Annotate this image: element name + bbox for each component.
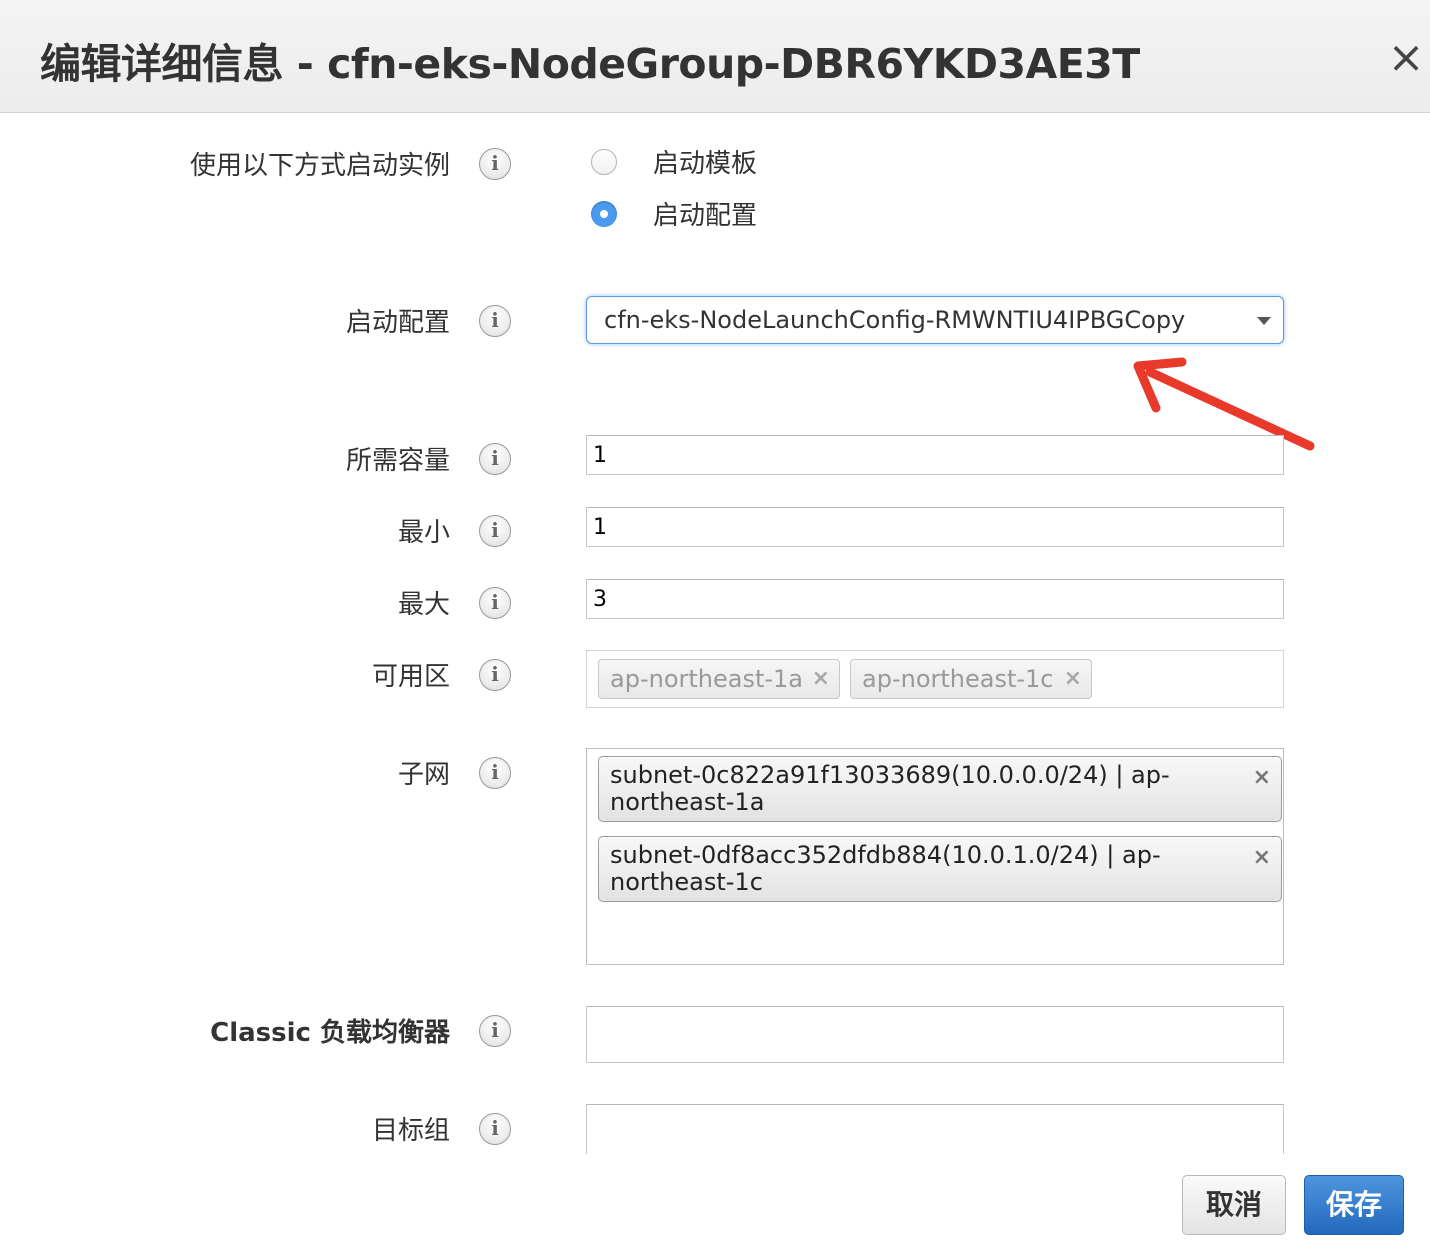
az-chip: ap-northeast-1c × [850, 659, 1092, 699]
desired-capacity-label: 所需容量 [345, 446, 450, 476]
max-label: 最大 [397, 590, 450, 620]
launch-config-select[interactable]: cfn-eks-NodeLaunchConfig-RMWNTIU4IPBGCop… [586, 296, 1284, 344]
az-chip-label: ap-northeast-1a [610, 665, 804, 693]
target-group-input[interactable] [586, 1104, 1284, 1154]
dialog-header: 编辑详细信息 - cfn-eks-NodeGroup-DBR6YKD3AE3T … [0, 0, 1430, 113]
subnet-chip-label: subnet-0c822a91f13033689(10.0.0.0/24) | … [610, 761, 1170, 816]
info-icon[interactable]: i [479, 515, 511, 547]
info-icon[interactable]: i [479, 757, 511, 789]
subnet-label: 子网 [397, 760, 450, 790]
launch-config-value: cfn-eks-NodeLaunchConfig-RMWNTIU4IPBGCop… [604, 306, 1186, 334]
info-icon[interactable]: i [479, 1015, 511, 1047]
save-button[interactable]: 保存 [1304, 1175, 1404, 1235]
radio-launch-config-label[interactable]: 启动配置 [653, 195, 757, 232]
subnet-chip: subnet-0c822a91f13033689(10.0.0.0/24) | … [598, 756, 1282, 822]
max-input[interactable]: 3 [586, 579, 1284, 619]
launch-config-label: 启动配置 [345, 308, 450, 338]
desired-capacity-input[interactable]: 1 [586, 435, 1284, 475]
az-chip: ap-northeast-1a × [598, 659, 840, 699]
radio-launch-config[interactable] [591, 201, 617, 227]
max-value: 3 [593, 587, 607, 612]
subnet-chip: subnet-0df8acc352dfdb884(10.0.1.0/24) | … [598, 836, 1282, 902]
info-icon[interactable]: i [479, 148, 511, 180]
launch-method-label: 使用以下方式启动实例 [189, 151, 450, 181]
dialog-title: 编辑详细信息 - cfn-eks-NodeGroup-DBR6YKD3AE3T [40, 40, 1140, 88]
remove-icon[interactable]: × [812, 660, 830, 698]
close-icon[interactable]: × [1386, 36, 1426, 80]
remove-icon[interactable]: × [1253, 845, 1271, 870]
availability-zone-label: 可用区 [371, 662, 450, 692]
info-icon[interactable]: i [479, 443, 511, 475]
target-group-label: 目标组 [371, 1116, 450, 1146]
min-label: 最小 [397, 518, 450, 548]
remove-icon[interactable]: × [1064, 660, 1082, 698]
az-chip-label: ap-northeast-1c [862, 665, 1054, 693]
desired-capacity-value: 1 [593, 443, 607, 468]
info-icon[interactable]: i [479, 305, 511, 337]
radio-launch-template[interactable] [591, 149, 617, 175]
min-input[interactable]: 1 [586, 507, 1284, 547]
info-icon[interactable]: i [479, 1113, 511, 1145]
availability-zone-field[interactable]: ap-northeast-1a × ap-northeast-1c × [586, 650, 1284, 708]
remove-icon[interactable]: × [1253, 765, 1271, 790]
classic-lb-input[interactable] [586, 1006, 1284, 1063]
subnet-chip-label: subnet-0df8acc352dfdb884(10.0.1.0/24) | … [610, 841, 1161, 896]
info-icon[interactable]: i [479, 659, 511, 691]
radio-launch-template-label[interactable]: 启动模板 [653, 143, 757, 180]
classic-lb-label: Classic 负载均衡器 [210, 1018, 450, 1048]
min-value: 1 [593, 515, 607, 540]
cancel-button[interactable]: 取消 [1182, 1175, 1286, 1235]
chevron-down-icon [1257, 317, 1271, 325]
subnet-field[interactable]: subnet-0c822a91f13033689(10.0.0.0/24) | … [586, 748, 1284, 965]
info-icon[interactable]: i [479, 587, 511, 619]
